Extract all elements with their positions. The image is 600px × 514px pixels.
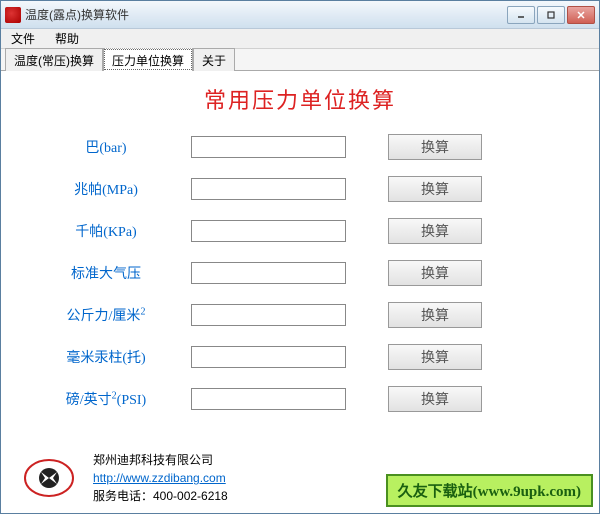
convert-button-atm[interactable]: 换算 [388,260,482,286]
input-psi[interactable] [191,388,346,410]
menubar: 文件 帮助 [1,29,599,49]
page-title: 常用压力单位换算 [21,83,579,115]
window-title: 温度(露点)换算软件 [25,6,507,23]
watermark-url: (www.9upk.com) [473,484,581,500]
convert-button-mmhg[interactable]: 换算 [388,344,482,370]
input-mmhg[interactable] [191,346,346,368]
close-button[interactable] [567,6,595,24]
menu-file[interactable]: 文件 [5,28,41,49]
row-mmhg: 毫米汞柱(托) 换算 [21,343,579,371]
titlebar: 温度(露点)换算软件 [1,1,599,29]
row-atm: 标准大气压 换算 [21,259,579,287]
tab-about[interactable]: 关于 [193,48,235,71]
tab-pressure[interactable]: 压力单位换算 [103,48,193,71]
menu-help[interactable]: 帮助 [49,28,85,49]
watermark-name: 久友下载站 [398,484,473,500]
tab-temperature[interactable]: 温度(常压)换算 [5,48,103,71]
convert-button-mpa[interactable]: 换算 [388,176,482,202]
input-bar[interactable] [191,136,346,158]
company-name: 郑州迪邦科技有限公司 [93,451,228,469]
minimize-button[interactable] [507,6,535,24]
row-psi: 磅/英寸2(PSI) 换算 [21,385,579,413]
convert-button-kgfcm2[interactable]: 换算 [388,302,482,328]
row-bar: 巴(bar) 换算 [21,133,579,161]
app-icon [5,7,21,23]
app-window: 温度(露点)换算软件 文件 帮助 温度(常压)换算 压力单位换算 关于 常用压力… [0,0,600,514]
row-mpa: 兆帕(MPa) 换算 [21,175,579,203]
company-url[interactable]: http://www.zzdibang.com [93,469,228,487]
row-kpa: 千帕(KPa) 换算 [21,217,579,245]
footer-info: 郑州迪邦科技有限公司 http://www.zzdibang.com 服务电话：… [93,451,228,505]
company-logo [21,456,77,500]
label-kpa: 千帕(KPa) [21,221,191,241]
window-controls [507,6,595,24]
label-psi: 磅/英寸2(PSI) [21,389,191,409]
tabbar: 温度(常压)换算 压力单位换算 关于 [1,49,599,71]
label-atm: 标准大气压 [21,263,191,283]
label-kgfcm2: 公斤力/厘米2 [21,305,191,325]
label-bar: 巴(bar) [21,137,191,157]
input-kpa[interactable] [191,220,346,242]
maximize-button[interactable] [537,6,565,24]
convert-button-psi[interactable]: 换算 [388,386,482,412]
watermark: 久友下载站(www.9upk.com) [386,474,593,507]
input-kgfcm2[interactable] [191,304,346,326]
convert-button-bar[interactable]: 换算 [388,134,482,160]
input-mpa[interactable] [191,178,346,200]
input-atm[interactable] [191,262,346,284]
content-area: 常用压力单位换算 巴(bar) 换算 兆帕(MPa) 换算 千帕(KPa) 换算… [1,71,599,513]
label-mpa: 兆帕(MPa) [21,179,191,199]
label-mmhg: 毫米汞柱(托) [21,347,191,367]
convert-button-kpa[interactable]: 换算 [388,218,482,244]
company-phone: 服务电话：400-002-6218 [93,487,228,505]
row-kgfcm2: 公斤力/厘米2 换算 [21,301,579,329]
